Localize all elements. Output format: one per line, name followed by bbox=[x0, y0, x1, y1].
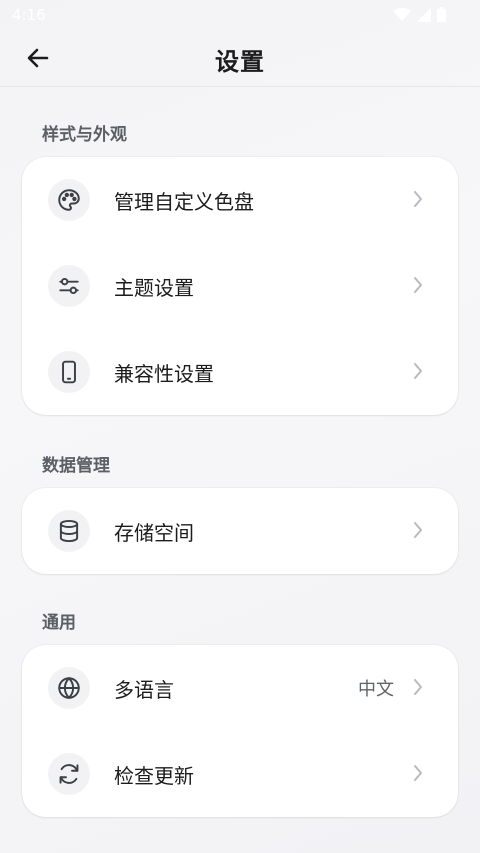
phone-icon bbox=[48, 351, 90, 393]
sliders-icon bbox=[48, 265, 90, 307]
list-item-label: 主题设置 bbox=[114, 275, 194, 300]
status-icons bbox=[393, 7, 446, 22]
list-item-label: 存储空间 bbox=[114, 520, 194, 545]
wifi-icon bbox=[393, 7, 411, 21]
section-label-data: 数据管理 bbox=[42, 456, 110, 476]
signal-icon bbox=[417, 7, 431, 22]
section-label-appearance: 样式与外观 bbox=[42, 125, 127, 145]
list-item-theme-settings[interactable]: 主题设置 bbox=[22, 243, 458, 329]
list-item-label: 管理自定义色盘 bbox=[114, 189, 254, 214]
section-label-general: 通用 bbox=[42, 613, 76, 633]
list-item-compatibility[interactable]: 兼容性设置 bbox=[22, 329, 458, 415]
refresh-icon bbox=[48, 753, 90, 795]
chevron-right-icon bbox=[414, 277, 422, 293]
list-item-storage[interactable]: 存储空间 bbox=[22, 488, 458, 574]
chevron-right-icon bbox=[414, 679, 422, 695]
database-icon bbox=[48, 510, 90, 552]
page-title: 设置 bbox=[215, 48, 265, 76]
list-item-language[interactable]: 多语言 中文 bbox=[22, 645, 458, 731]
status-time: 4:16 bbox=[12, 6, 46, 24]
app-bar: 设置 bbox=[0, 30, 480, 87]
chevron-right-icon bbox=[414, 191, 422, 207]
globe-icon bbox=[48, 667, 90, 709]
list-item-label: 检查更新 bbox=[114, 763, 194, 788]
chevron-right-icon bbox=[414, 363, 422, 379]
battery-icon bbox=[437, 7, 446, 22]
list-item-check-update[interactable]: 检查更新 bbox=[22, 731, 458, 817]
list-item-custom-palette[interactable]: 管理自定义色盘 bbox=[22, 157, 458, 243]
language-value: 中文 bbox=[358, 679, 394, 700]
list-item-label: 兼容性设置 bbox=[114, 361, 214, 386]
appearance-card: 管理自定义色盘 主题设置 兼容性设置 bbox=[22, 157, 458, 415]
list-item-label: 多语言 bbox=[114, 677, 174, 702]
general-card: 多语言 中文 检查更新 bbox=[22, 645, 458, 817]
data-card: 存储空间 bbox=[22, 488, 458, 574]
chevron-right-icon bbox=[414, 522, 422, 538]
chevron-right-icon bbox=[414, 765, 422, 781]
status-bar: 4:16 bbox=[0, 0, 480, 30]
palette-icon bbox=[48, 179, 90, 221]
